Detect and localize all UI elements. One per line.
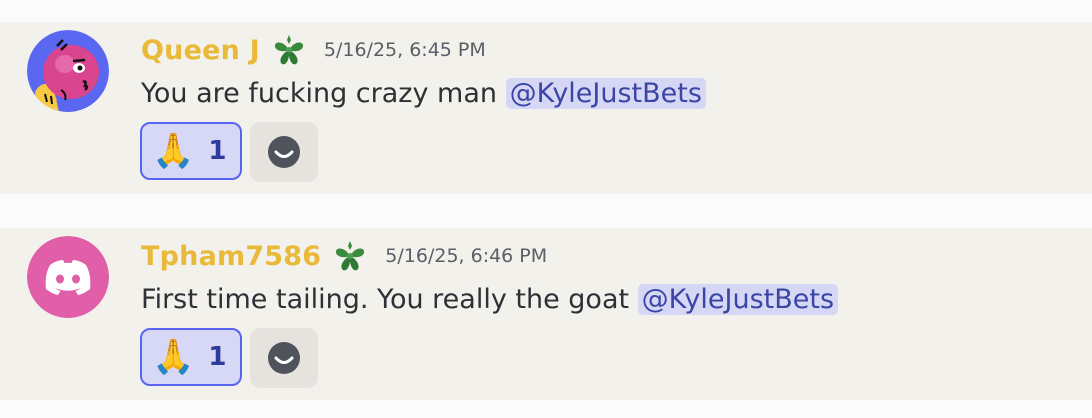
- timestamp: 5/16/25, 6:45 PM: [323, 39, 486, 61]
- pray-emoji-icon: 🙏: [152, 337, 195, 377]
- message-text: First time tailing. You really the goat: [141, 284, 638, 315]
- message-header: Tpham7586 5/16/25, 6:46 PM: [141, 236, 547, 276]
- smiley-icon: [268, 136, 300, 168]
- message-content: You are fucking crazy man @KyleJustBets: [141, 74, 706, 114]
- message-content: First time tailing. You really the goat …: [141, 280, 839, 320]
- add-reaction-button[interactable]: [250, 328, 318, 388]
- pray-emoji-icon: 🙏: [152, 131, 195, 171]
- user-mention[interactable]: @KyleJustBets: [505, 78, 706, 109]
- discord-logo-avatar-icon: [27, 236, 109, 318]
- green-leaf-badge-icon[interactable]: [270, 31, 308, 69]
- reactions-bar: 🙏 1: [140, 328, 318, 388]
- avatar[interactable]: [27, 236, 109, 318]
- username[interactable]: Queen J: [141, 35, 260, 66]
- pink-character-avatar-icon: [27, 30, 109, 112]
- reaction-count: 1: [208, 342, 227, 372]
- username[interactable]: Tpham7586: [141, 241, 321, 272]
- reactions-bar: 🙏 1: [140, 122, 318, 182]
- green-leaf-badge-icon[interactable]: [331, 237, 369, 275]
- avatar[interactable]: [27, 30, 109, 112]
- reaction-pray[interactable]: 🙏 1: [140, 122, 242, 180]
- reaction-pray[interactable]: 🙏 1: [140, 328, 242, 386]
- smiley-icon: [268, 342, 300, 374]
- reaction-count: 1: [208, 136, 227, 166]
- message-text: You are fucking crazy man: [141, 78, 506, 109]
- message-header: Queen J 5/16/25, 6:45 PM: [141, 30, 486, 70]
- message-item: Tpham7586 5/16/25, 6:46 PM First time ta…: [0, 228, 1092, 400]
- user-mention[interactable]: @KyleJustBets: [637, 284, 839, 315]
- message-item: Queen J 5/16/25, 6:45 PM You are fucking…: [0, 22, 1092, 194]
- add-reaction-button[interactable]: [250, 122, 318, 182]
- timestamp: 5/16/25, 6:46 PM: [385, 245, 548, 267]
